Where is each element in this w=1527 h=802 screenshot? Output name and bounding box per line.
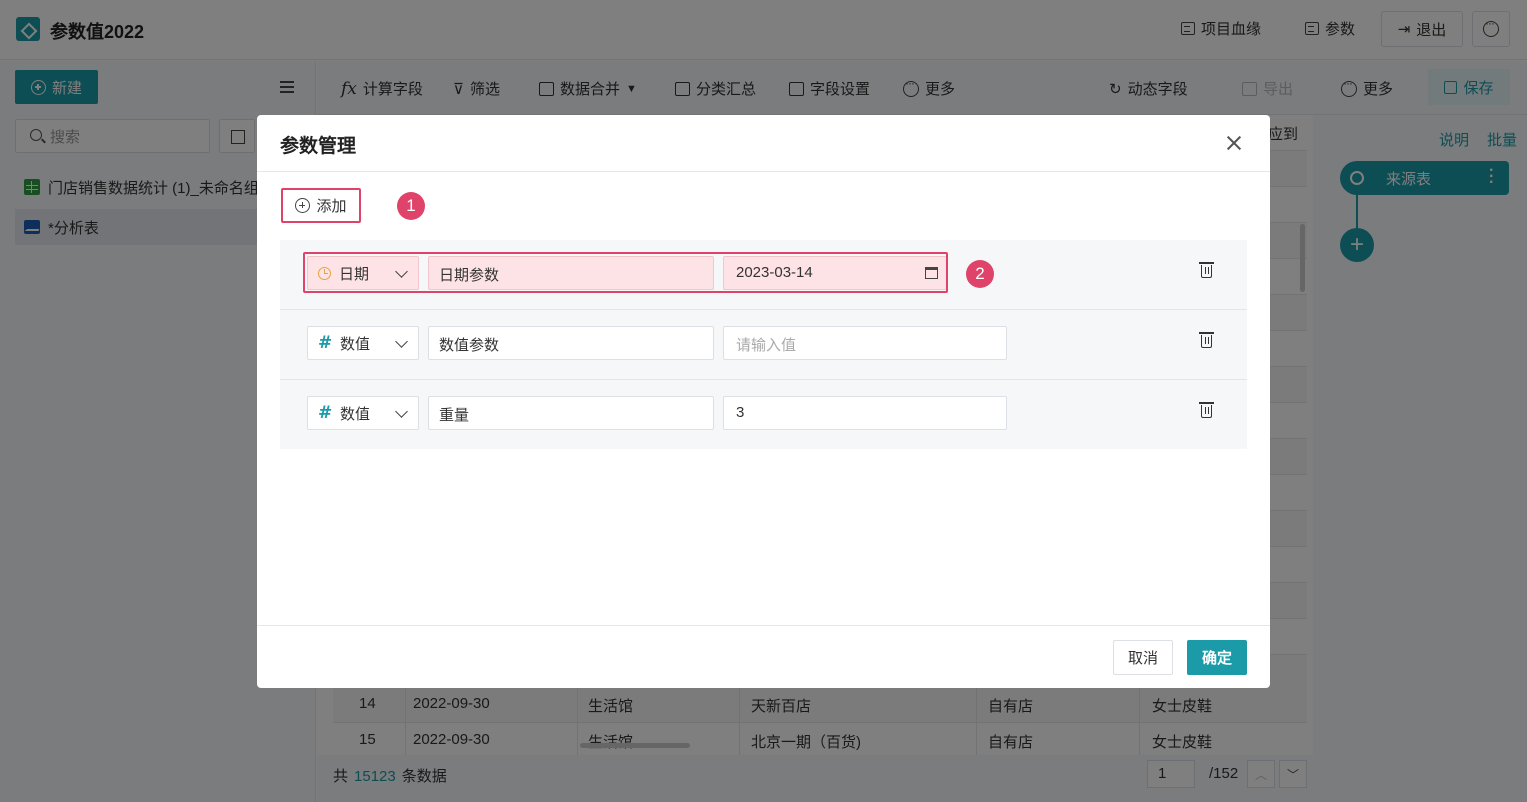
hash-icon: # — [318, 403, 333, 423]
delete-icon[interactable] — [1199, 402, 1214, 418]
param-row-number: # 数值 数值参数 请输入值 — [280, 310, 1247, 380]
add-param-button[interactable]: 添加 — [281, 188, 361, 223]
confirm-button[interactable]: 确定 — [1187, 640, 1247, 675]
param-row-date: 日期 日期参数 2023-03-14 — [280, 240, 1247, 310]
delete-icon[interactable] — [1199, 262, 1214, 278]
close-icon[interactable] — [1225, 134, 1243, 152]
dialog-title: 参数管理 — [280, 136, 357, 157]
delete-icon[interactable] — [1199, 332, 1214, 348]
plus-circle-icon — [295, 198, 311, 213]
cancel-button[interactable]: 取消 — [1113, 640, 1173, 675]
param-value-input[interactable]: 请输入值 — [723, 326, 1007, 360]
param-manager-dialog: 参数管理 添加 1 日期 日期参数 2023-03-14 2 # 数值 数值参数… — [257, 115, 1270, 688]
step-badge-1: 1 — [397, 192, 425, 220]
param-type-select[interactable]: # 数值 — [307, 396, 419, 430]
param-list: 日期 日期参数 2023-03-14 2 # 数值 数值参数 请输入值 # 数值… — [280, 240, 1247, 449]
chevron-down-icon — [395, 335, 408, 348]
highlight-frame — [303, 252, 948, 293]
dialog-footer: 取消 确定 — [257, 625, 1270, 688]
param-name-input[interactable]: 数值参数 — [428, 326, 714, 360]
param-value-input[interactable]: 3 — [723, 396, 1007, 430]
param-type-select[interactable]: # 数值 — [307, 326, 419, 360]
param-name-input[interactable]: 重量 — [428, 396, 714, 430]
dialog-header: 参数管理 — [257, 115, 1270, 172]
param-row-weight: # 数值 重量 3 — [280, 380, 1247, 450]
hash-icon: # — [318, 333, 333, 353]
chevron-down-icon — [395, 405, 408, 418]
step-badge-2: 2 — [966, 260, 994, 288]
